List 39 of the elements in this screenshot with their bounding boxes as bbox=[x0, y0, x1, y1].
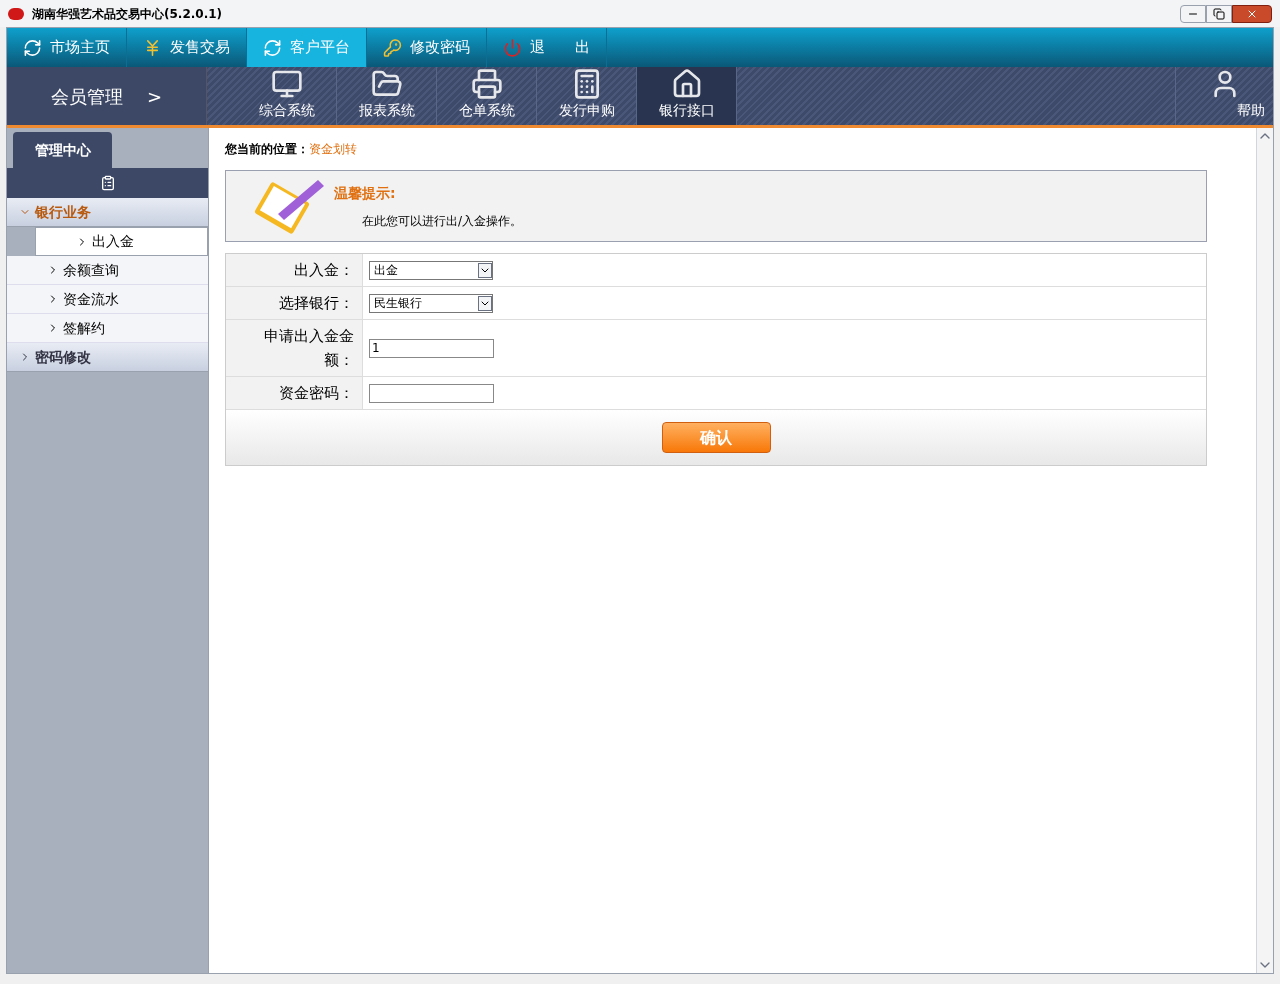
system-tab[interactable]: 银行接口 bbox=[637, 67, 737, 125]
system-tab[interactable]: 报表系统 bbox=[337, 67, 437, 125]
clipboard-icon bbox=[99, 175, 116, 191]
refresh-icon bbox=[263, 37, 282, 58]
minimize-button[interactable] bbox=[1180, 4, 1206, 23]
dropdown-icon bbox=[478, 262, 492, 278]
input-field[interactable]: 1 bbox=[369, 338, 494, 358]
select-field[interactable]: 出金 bbox=[369, 260, 493, 280]
window-title: 湖南华强艺术品交易中心(5.2.0.1) bbox=[32, 5, 223, 23]
system-tab[interactable]: 仓单系统 bbox=[437, 67, 537, 125]
dropdown-icon bbox=[478, 295, 492, 311]
sidebar-item[interactable]: 出入金 bbox=[35, 227, 208, 256]
power-icon bbox=[503, 37, 522, 58]
restore-icon bbox=[1213, 7, 1225, 20]
sidebar-item[interactable]: 余额查询 bbox=[7, 256, 208, 285]
breadcrumb-label: 您当前的位置： bbox=[225, 141, 309, 158]
close-button[interactable] bbox=[1232, 4, 1272, 23]
sidebar-item[interactable]: 资金流水 bbox=[7, 285, 208, 314]
restore-button[interactable] bbox=[1206, 4, 1232, 23]
input-field[interactable] bbox=[369, 383, 494, 403]
form-label: 申请出入金金额： bbox=[226, 320, 363, 376]
sidebar-tab[interactable]: 管理中心 bbox=[13, 132, 112, 168]
system-tab[interactable]: 综合系统 bbox=[237, 67, 337, 125]
form-label: 出入金： bbox=[226, 254, 363, 286]
refresh-icon bbox=[23, 37, 42, 58]
section-title: 会员管理 bbox=[50, 84, 123, 109]
tip-title: 温馨提示: bbox=[334, 184, 397, 203]
select-field[interactable]: 民生银行 bbox=[369, 293, 493, 313]
sidebar-item[interactable]: 签解约 bbox=[7, 314, 208, 343]
tip-text: 在此您可以进行出/入金操作。 bbox=[361, 213, 523, 230]
printer-icon bbox=[470, 68, 503, 100]
section-arrow: > bbox=[146, 84, 163, 109]
sidebar-group[interactable]: 密码修改 bbox=[7, 343, 208, 372]
key-icon bbox=[383, 37, 402, 58]
help-button[interactable]: 帮助 bbox=[1175, 67, 1273, 125]
monitor-icon bbox=[270, 68, 303, 100]
form-label: 选择银行： bbox=[226, 287, 363, 319]
form-label: 资金密码： bbox=[226, 377, 363, 409]
app-logo-icon bbox=[8, 7, 24, 20]
